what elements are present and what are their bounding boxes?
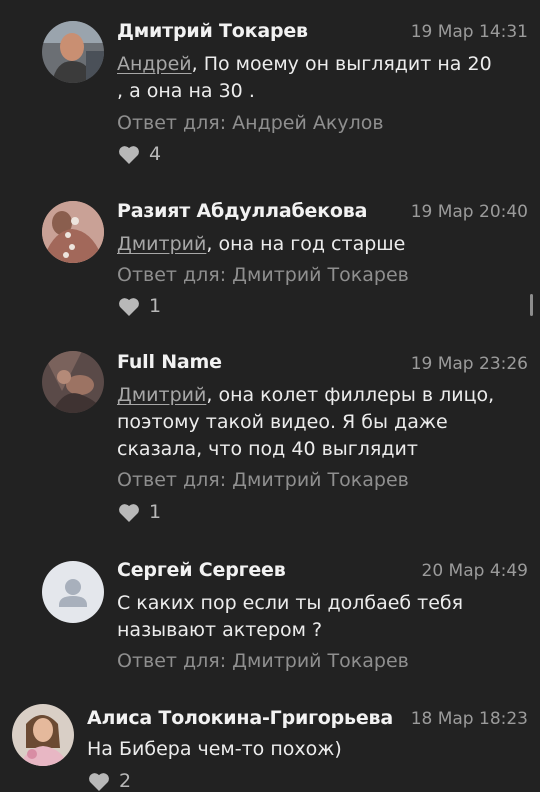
comment-item: Разият Абдуллабекова 19 Мар 20:40 Дмитри… [0,180,540,340]
comment-author[interactable]: Алиса Толокина-Григорьева [87,707,393,729]
like-count: 1 [149,295,162,317]
like-count: 2 [119,770,132,792]
heart-icon [119,503,139,522]
mention-link[interactable]: Дмитрий [117,384,206,406]
like-button[interactable]: 4 [118,143,161,165]
mention-link[interactable]: Андрей [117,53,192,75]
like-button[interactable]: 1 [118,501,161,523]
mention-link[interactable]: Дмитрий [117,233,206,255]
like-button[interactable]: 1 [118,295,161,317]
reply-to-label[interactable]: Ответ для: Андрей Акулов [117,112,384,134]
comment-text: С каких пор если ты долбаеб тебя называю… [117,590,507,644]
comment-item: Сергей Сергеев 20 Мар 4:49 С каких пор е… [0,540,540,690]
avatar[interactable] [42,201,104,263]
avatar[interactable] [12,704,74,766]
comment-time: 20 Мар 4:49 [421,561,529,581]
heart-icon [119,145,139,164]
comment-text: На Бибера чем-то похож) [87,736,497,763]
reply-to-label[interactable]: Ответ для: Дмитрий Токарев [117,650,409,672]
comment-author[interactable]: Full Name [117,351,222,373]
reply-to-label[interactable]: Ответ для: Дмитрий Токарев [117,264,409,286]
comment-time: 18 Мар 18:23 [410,709,528,729]
heart-icon [89,772,109,791]
like-count: 1 [149,501,162,523]
comment-author[interactable]: Сергей Сергеев [117,559,286,581]
comment-author[interactable]: Разият Абдуллабекова [117,200,367,222]
avatar[interactable] [42,351,104,413]
comment-item: Full Name 19 Мар 23:26 Дмитрий, она коле… [0,330,540,540]
comment-body: На Бибера чем-то похож) [87,738,342,760]
comment-text: Андрей, По моему он выглядит на 20 , а о… [117,51,497,105]
avatar[interactable] [42,21,104,83]
comment-time: 19 Мар 20:40 [410,202,528,222]
comment-body: , она на год старше [206,233,406,255]
comment-author[interactable]: Дмитрий Токарев [117,20,308,42]
heart-icon [119,297,139,316]
comment-time: 19 Мар 14:31 [410,22,528,42]
comment-body: С каких пор если ты долбаеб тебя называю… [117,592,464,641]
comment-item: Алиса Толокина-Григорьева 18 Мар 18:23 Н… [0,690,540,792]
reply-to-label[interactable]: Ответ для: Дмитрий Токарев [117,469,409,491]
comment-text: Дмитрий, она на год старше [117,231,527,258]
comment-item: Дмитрий Токарев 19 Мар 14:31 Андрей, По … [0,0,540,180]
scrollbar[interactable] [530,294,533,316]
comment-time: 19 Мар 23:26 [410,354,528,374]
like-button[interactable]: 2 [88,770,131,792]
comment-text: Дмитрий, она колет филлеры в лицо, поэто… [117,382,527,463]
like-count: 4 [149,143,162,165]
avatar[interactable] [42,561,104,623]
